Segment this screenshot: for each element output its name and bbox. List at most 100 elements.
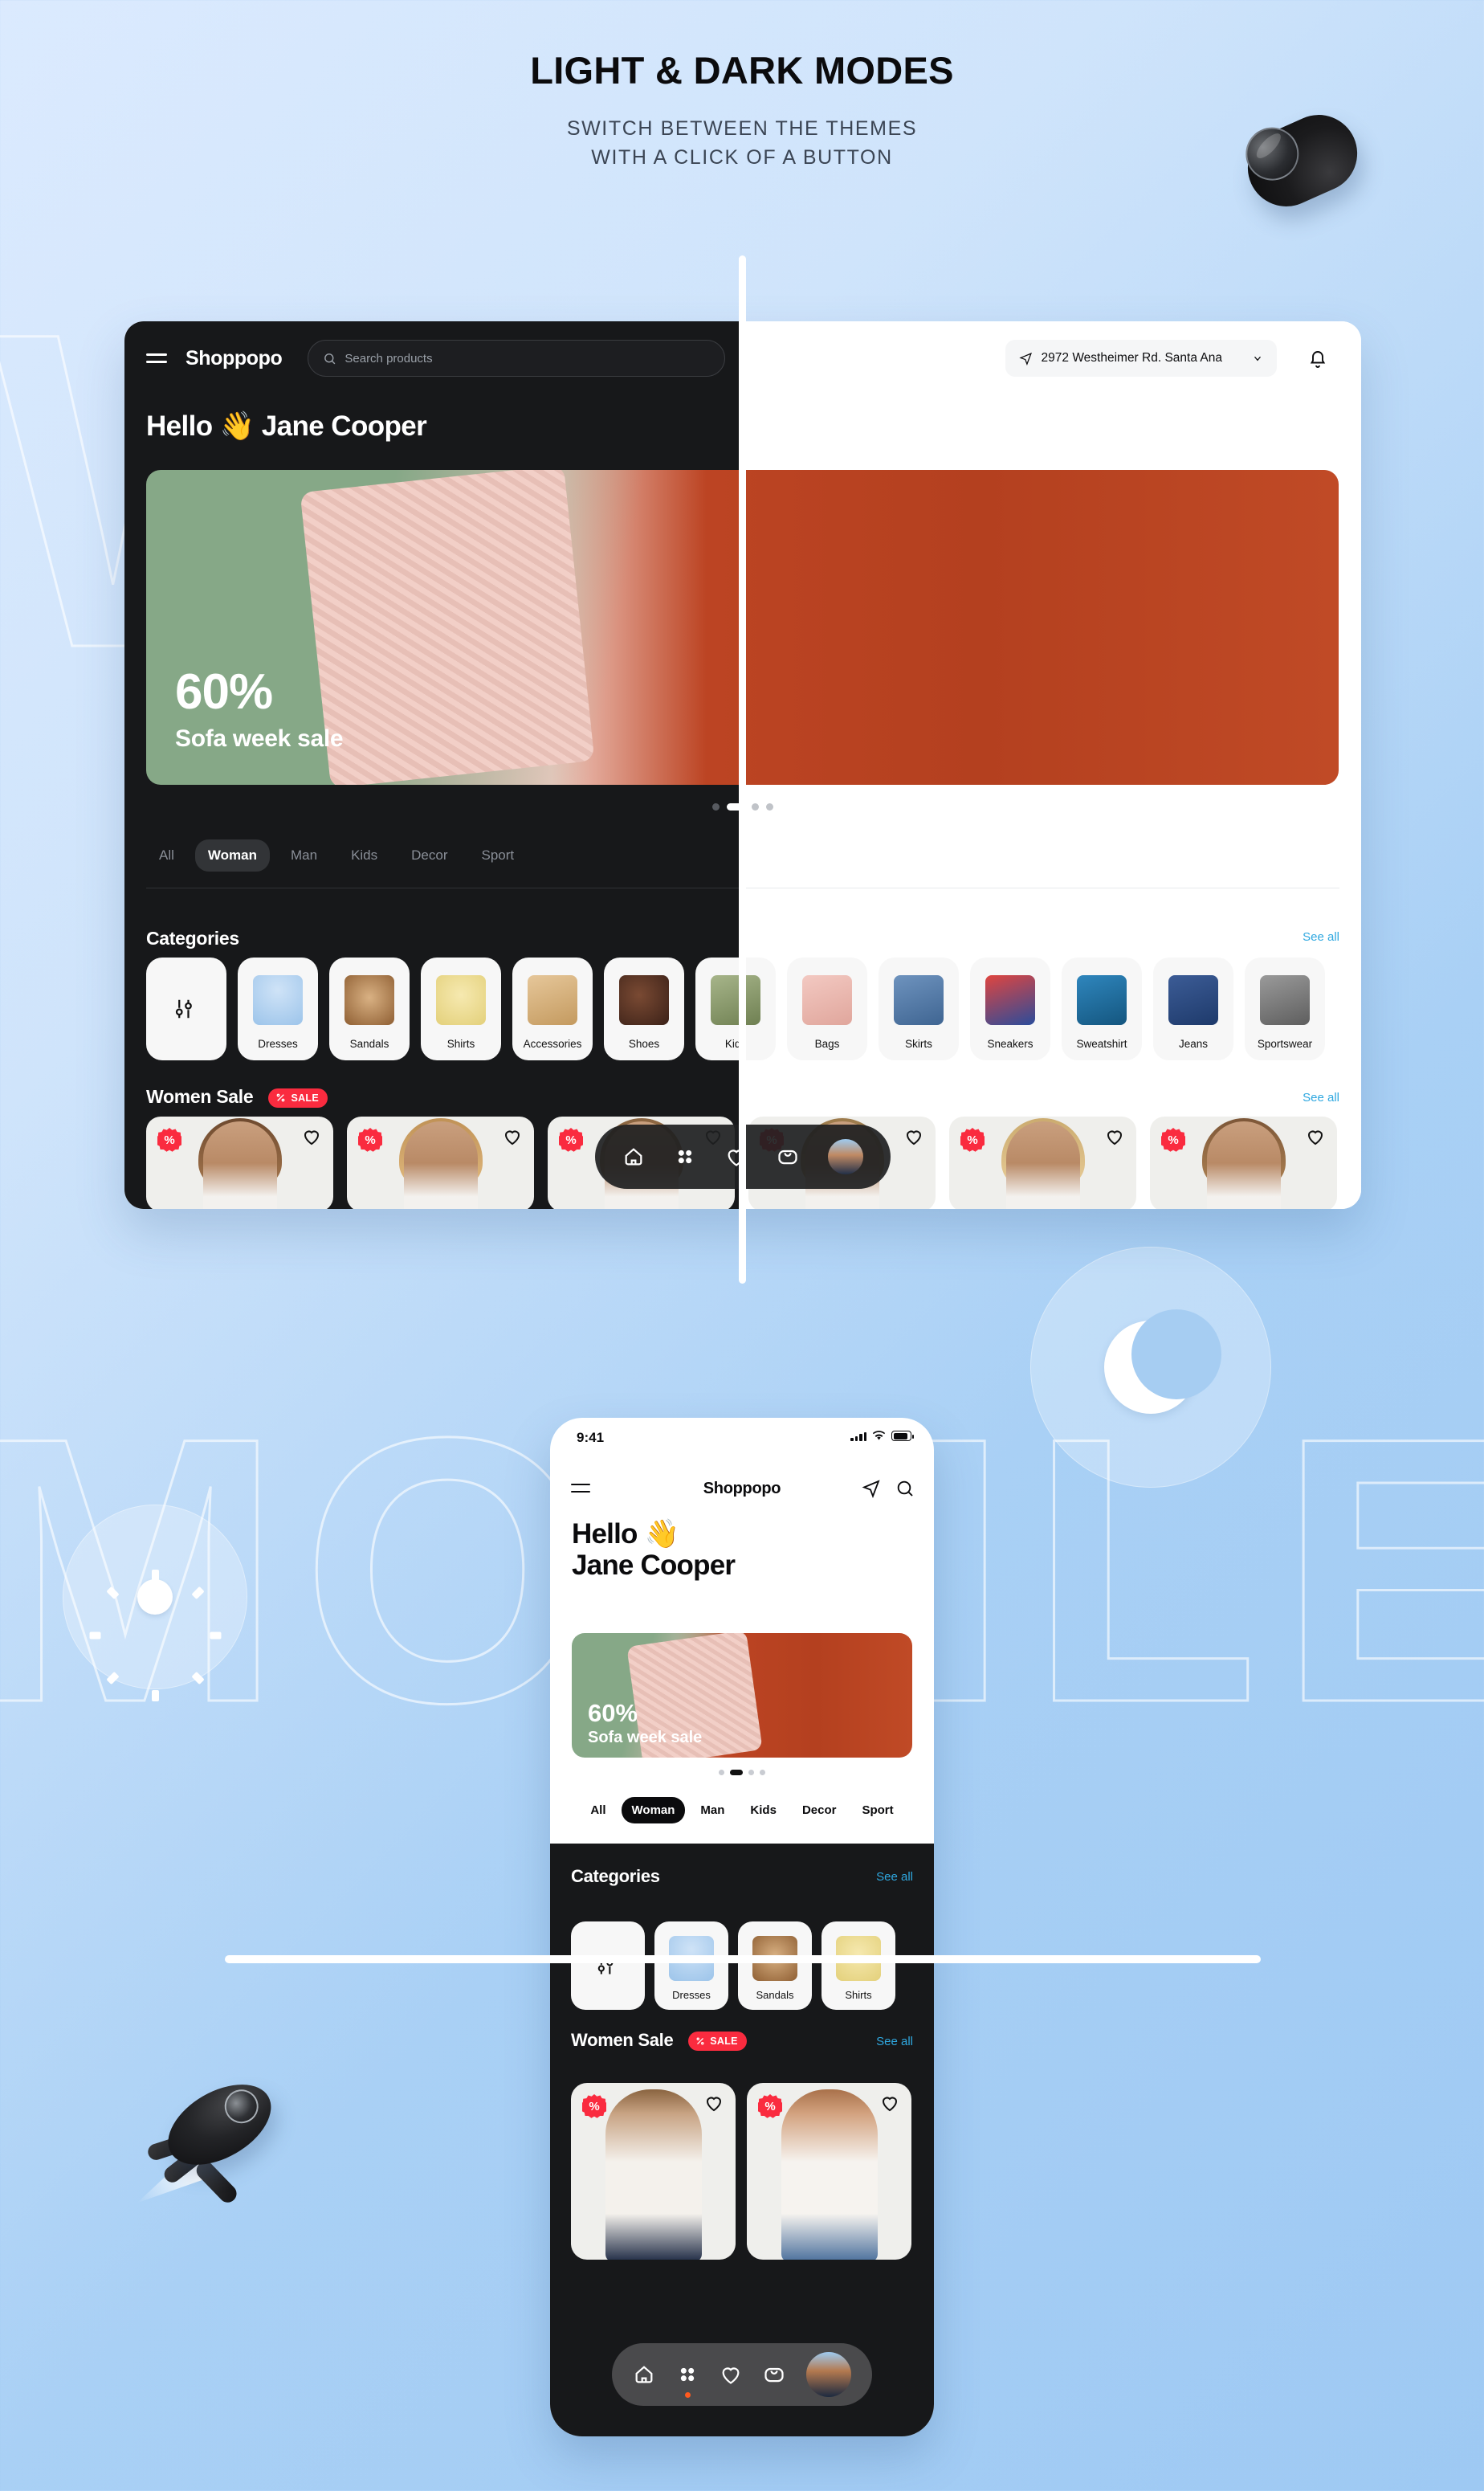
category-card-sportswear[interactable]: Sportswear [1245, 958, 1325, 1060]
product-model [1206, 1121, 1281, 1209]
mobile-carousel-dots[interactable] [550, 1770, 934, 1775]
carousel-dot[interactable] [748, 1770, 754, 1775]
tab-man[interactable]: Man [278, 839, 330, 872]
hero-caption: Sofa week sale [175, 725, 344, 752]
sun-ray [151, 1570, 159, 1581]
discount-percent-badge: % [1161, 1128, 1185, 1152]
search-icon[interactable] [895, 1479, 915, 1498]
category-card-sweatshirt[interactable]: Sweatshirt [1062, 958, 1142, 1060]
tab-all[interactable]: All [146, 839, 187, 872]
heart-outline-icon[interactable] [903, 1127, 924, 1146]
category-card-dresses[interactable]: Dresses [654, 1921, 728, 2010]
mobile-bottom-nav[interactable] [612, 2343, 872, 2406]
address-selector[interactable]: 2972 Westheimer Rd. Santa Ana [1005, 340, 1277, 377]
tab-decor[interactable]: Decor [398, 839, 460, 872]
grid-apps-icon[interactable] [676, 2363, 699, 2398]
heart-outline-icon[interactable] [879, 2093, 900, 2113]
heart-icon[interactable] [720, 2363, 742, 2386]
mobile-hero-banner[interactable]: 60% Sofa week sale [572, 1633, 912, 1758]
avatar[interactable] [828, 1139, 863, 1174]
category-card-sandals[interactable]: Sandals [329, 958, 410, 1060]
shirt-thumbnail [436, 975, 486, 1025]
dress-thumbnail [253, 975, 303, 1025]
tab-woman[interactable]: Woman [621, 1797, 686, 1823]
theme-split-divider-horizontal [225, 1955, 1261, 1963]
category-label: Shirts [446, 1038, 475, 1050]
mobile-categories-row[interactable]: Dresses Sandals Shirts [571, 1921, 895, 2010]
tab-woman[interactable]: Woman [194, 839, 270, 872]
category-filter-button[interactable] [146, 958, 226, 1060]
dark-mode-bubble[interactable] [1030, 1247, 1271, 1488]
sale-badge: SALE [688, 2032, 747, 2052]
heart-outline-icon[interactable] [1104, 1127, 1125, 1146]
category-card-skirts[interactable]: Skirts [879, 958, 959, 1060]
search-icon [324, 353, 336, 364]
category-card-bags[interactable]: Bags [787, 958, 867, 1060]
product-card[interactable]: % [146, 1117, 333, 1209]
bell-icon[interactable] [1308, 349, 1327, 370]
carousel-dot[interactable] [712, 803, 720, 811]
tab-decor[interactable]: Decor [792, 1797, 847, 1823]
category-label: Dresses [258, 1038, 298, 1050]
category-card-shoes[interactable]: Shoes [604, 958, 684, 1060]
tab-all[interactable]: All [580, 1797, 616, 1823]
category-card-shirts[interactable]: Shirts [822, 1921, 895, 2010]
home-icon[interactable] [622, 1145, 645, 1168]
heart-outline-icon[interactable] [502, 1127, 523, 1146]
hamburger-menu-icon[interactable] [571, 1483, 590, 1494]
category-card-dresses[interactable]: Dresses [238, 958, 318, 1060]
carousel-dot[interactable] [719, 1770, 724, 1775]
category-card-shirts[interactable]: Shirts [421, 958, 501, 1060]
discount-percent-badge: % [358, 1128, 382, 1152]
skirt-thumbnail [894, 975, 944, 1025]
category-card-sandals[interactable]: Sandals [738, 1921, 812, 2010]
product-model [403, 1121, 478, 1209]
avatar[interactable] [806, 2352, 851, 2397]
product-card[interactable]: % [1150, 1117, 1337, 1209]
hamburger-menu-icon[interactable] [146, 352, 167, 365]
heart-outline-icon[interactable] [301, 1127, 322, 1146]
mobile-category-tabs[interactable]: All Woman Man Kids Decor Sport [550, 1797, 934, 1823]
category-tabs-dark[interactable]: All Woman Man Kids Decor Sport [146, 839, 527, 872]
product-card[interactable]: % [571, 2083, 736, 2260]
filter-sliders-icon [175, 999, 192, 1019]
shopping-bag-icon[interactable] [763, 2363, 785, 2386]
mobile-header-actions[interactable] [862, 1479, 915, 1498]
mobile-women-sale-see-all[interactable]: See all [876, 2035, 913, 2048]
carousel-dot[interactable] [760, 1770, 765, 1775]
category-card-accessories[interactable]: Accessories [512, 958, 593, 1060]
light-mode-bubble[interactable] [63, 1505, 247, 1701]
mobile-hero-text: 60% Sofa week sale [588, 1701, 702, 1747]
heart-outline-icon[interactable] [1305, 1127, 1326, 1146]
shopping-bag-icon[interactable] [777, 1145, 799, 1168]
mobile-categories-see-all[interactable]: See all [876, 1870, 913, 1884]
location-pin-icon[interactable] [862, 1479, 881, 1498]
product-card[interactable]: % [347, 1117, 534, 1209]
product-card[interactable]: % [747, 2083, 911, 2260]
tab-man[interactable]: Man [690, 1797, 735, 1823]
sun-ray [151, 1690, 159, 1701]
sun-ray [89, 1631, 100, 1640]
tab-kids[interactable]: Kids [740, 1797, 787, 1823]
category-card-jeans[interactable]: Jeans [1153, 958, 1233, 1060]
category-filter-button[interactable] [571, 1921, 645, 2010]
carousel-dot[interactable] [766, 803, 773, 811]
women-sale-see-all-light[interactable]: See all [1303, 1091, 1339, 1105]
carousel-dot[interactable] [752, 803, 759, 811]
mobile-women-sale-products[interactable]: % % [571, 2083, 911, 2260]
search-input[interactable]: Search products [308, 340, 726, 377]
grid-apps-icon[interactable] [674, 1145, 696, 1168]
tab-kids[interactable]: Kids [338, 839, 390, 872]
tab-sport[interactable]: Sport [469, 839, 528, 872]
battery-icon [891, 1431, 914, 1441]
carousel-dot-active[interactable] [730, 1770, 743, 1775]
tab-sport[interactable]: Sport [851, 1797, 903, 1823]
categories-see-all-light[interactable]: See all [1303, 930, 1339, 944]
categories-title-dark: Categories [146, 928, 239, 949]
home-icon[interactable] [633, 2363, 655, 2386]
product-card[interactable]: % [949, 1117, 1136, 1209]
heart-outline-icon[interactable] [703, 2093, 724, 2113]
category-card-sneakers[interactable]: Sneakers [970, 958, 1050, 1060]
search-placeholder: Search products [344, 351, 433, 365]
discount-percent-badge: % [582, 2094, 606, 2118]
